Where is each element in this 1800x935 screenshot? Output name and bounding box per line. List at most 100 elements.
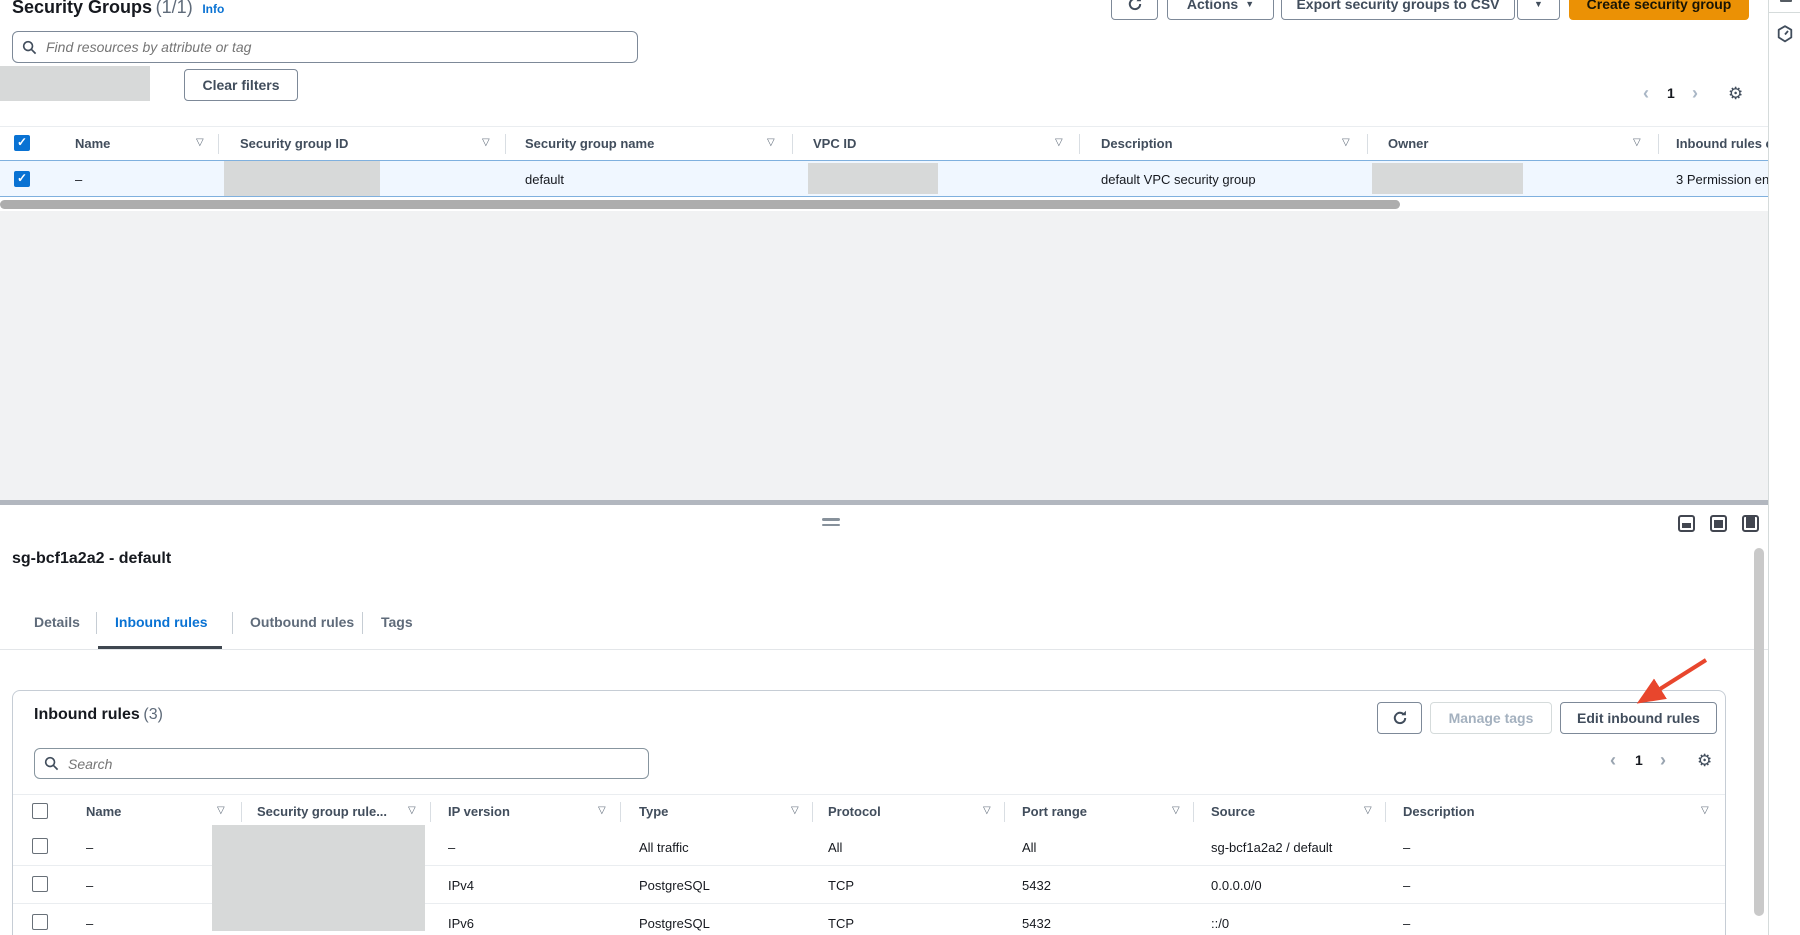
page-title-count: (1/1) [156, 0, 193, 17]
row-checkbox[interactable] [14, 171, 30, 187]
tab-separator [96, 612, 97, 634]
select-all-checkbox[interactable] [32, 803, 48, 819]
col-inbound-rules-count[interactable]: Inbound rules c [1676, 136, 1768, 151]
panel-bottom-small-icon[interactable] [1678, 515, 1695, 532]
column-divider [1079, 134, 1080, 154]
sort-icon[interactable] [217, 805, 225, 816]
col-name[interactable]: Name [75, 136, 110, 151]
col-security-group-name[interactable]: Security group name [525, 136, 654, 151]
export-csv-button[interactable]: Export security groups to CSV [1281, 0, 1515, 20]
col-security-group-rule-id[interactable]: Security group rule... [257, 804, 387, 819]
column-divider [792, 134, 793, 154]
col-security-group-id[interactable]: Security group ID [240, 136, 348, 151]
prev-page-icon[interactable]: ‹ [1643, 84, 1649, 102]
sort-icon[interactable] [1172, 805, 1180, 816]
row-checkbox[interactable] [32, 838, 48, 854]
sort-icon[interactable] [482, 137, 490, 148]
active-tab-underline [98, 646, 222, 649]
sort-icon[interactable] [791, 805, 799, 816]
split-panel-drag-handle[interactable] [822, 518, 840, 526]
sort-icon[interactable] [196, 137, 204, 148]
sort-icon[interactable] [598, 805, 606, 816]
col-description[interactable]: Description [1403, 804, 1475, 819]
create-security-group-button[interactable]: Create security group [1569, 0, 1749, 20]
col-description[interactable]: Description [1101, 136, 1173, 151]
col-type[interactable]: Type [639, 804, 668, 819]
tab-separator [362, 612, 363, 634]
col-port-range[interactable]: Port range [1022, 804, 1087, 819]
horizontal-scrollbar[interactable] [0, 200, 1400, 209]
clear-filters-button[interactable]: Clear filters [184, 69, 298, 101]
inbound-refresh-button[interactable] [1377, 702, 1422, 734]
actions-button[interactable]: Actions [1167, 0, 1274, 20]
page-title-row: Security Groups (1/1) Info [12, 0, 224, 18]
resource-search-input[interactable] [44, 38, 628, 56]
tab-separator [232, 612, 233, 634]
refresh-button[interactable] [1111, 0, 1158, 20]
info-link[interactable]: Info [202, 2, 224, 16]
column-divider [620, 802, 621, 822]
groups-table-header: Name Security group ID Security group na… [0, 126, 1768, 162]
vertical-scrollbar[interactable] [1754, 548, 1764, 916]
sort-icon[interactable] [1055, 137, 1063, 148]
cell-protocol: TCP [828, 878, 854, 893]
prev-page-icon[interactable]: ‹ [1610, 751, 1616, 769]
table-settings-icon[interactable] [1697, 751, 1712, 771]
col-name[interactable]: Name [86, 804, 121, 819]
sort-icon[interactable] [408, 805, 416, 816]
sort-icon[interactable] [1701, 805, 1709, 816]
sort-icon[interactable] [767, 137, 775, 148]
cell-security-group-name: default [525, 172, 564, 187]
col-source[interactable]: Source [1211, 804, 1255, 819]
tab-details[interactable]: Details [34, 614, 80, 630]
tab-inbound-rules[interactable]: Inbound rules [115, 614, 208, 630]
row-checkbox[interactable] [32, 876, 48, 892]
inbound-rules-heading-row: Inbound rules (3) [34, 706, 163, 724]
sort-icon[interactable] [1364, 805, 1372, 816]
next-page-icon[interactable]: › [1692, 84, 1698, 102]
manage-tags-button[interactable]: Manage tags [1430, 702, 1552, 734]
aws-console-screen: Security Groups (1/1) Info Actions Expor… [0, 0, 1800, 935]
col-owner[interactable]: Owner [1388, 136, 1428, 151]
panel-bottom-half-icon[interactable] [1710, 515, 1727, 532]
next-page-icon[interactable]: › [1660, 751, 1666, 769]
search-icon [44, 756, 59, 771]
cell-description: default VPC security group [1101, 172, 1256, 187]
sort-icon[interactable] [983, 805, 991, 816]
annotation-arrow [1636, 652, 1720, 708]
panel-full-icon[interactable] [1742, 515, 1759, 532]
cell-source: 0.0.0.0/0 [1211, 878, 1262, 893]
create-security-group-label: Create security group [1587, 0, 1732, 12]
search-icon [22, 40, 37, 55]
cell-type: PostgreSQL [639, 878, 710, 893]
resource-search[interactable] [12, 31, 638, 63]
caret-down-icon [1245, 0, 1254, 9]
col-ip-version[interactable]: IP version [448, 804, 510, 819]
inbound-search-input[interactable] [66, 755, 639, 773]
page-number[interactable]: 1 [1667, 85, 1675, 101]
sort-icon[interactable] [1342, 137, 1350, 148]
filter-token-redacted [0, 66, 150, 101]
cell-port-range: All [1022, 840, 1036, 855]
clipped-rail-icon [1780, 0, 1792, 2]
cell-description: – [1403, 840, 1410, 855]
inbound-search[interactable] [34, 748, 649, 779]
column-divider [430, 802, 431, 822]
table-settings-icon[interactable] [1728, 84, 1743, 104]
pending-clock-icon[interactable] [1775, 24, 1795, 44]
page-title: Security Groups [12, 0, 152, 17]
select-all-checkbox[interactable] [14, 135, 30, 151]
tab-tags[interactable]: Tags [381, 614, 413, 630]
tab-outbound-rules[interactable]: Outbound rules [250, 614, 354, 630]
refresh-icon [1127, 0, 1143, 12]
export-csv-dropdown-button[interactable] [1517, 0, 1560, 20]
split-panel-divider[interactable] [0, 500, 1768, 505]
col-vpc-id[interactable]: VPC ID [813, 136, 856, 151]
edit-inbound-rules-label: Edit inbound rules [1577, 710, 1700, 726]
sort-icon[interactable] [1633, 137, 1641, 148]
cell-ip-version: – [448, 840, 455, 855]
page-number[interactable]: 1 [1635, 752, 1643, 768]
col-protocol[interactable]: Protocol [828, 804, 881, 819]
row-checkbox[interactable] [32, 914, 48, 930]
column-divider [1367, 134, 1368, 154]
